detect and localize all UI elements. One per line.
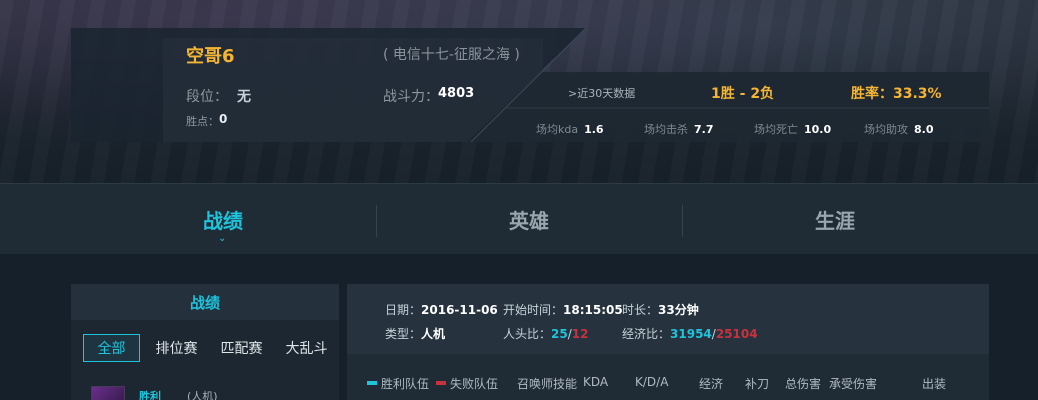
match-type: (人机) bbox=[187, 390, 218, 400]
avg-deaths-value: 10.0 bbox=[804, 123, 832, 136]
avg-kills: 场均击杀 7.7 bbox=[644, 121, 714, 137]
match-filters: 全部 排位赛 匹配赛 大乱斗 bbox=[83, 334, 335, 362]
match-summary: 日期：2016-11-06 开始时间：18:15:05 时长：33分钟 类型：人… bbox=[347, 284, 989, 354]
tab-heroes[interactable]: 英雄 bbox=[376, 184, 682, 255]
match-type-value: 人机 bbox=[421, 327, 446, 341]
col-gold: 经济 bbox=[699, 377, 724, 391]
match-start-value: 18:15:05 bbox=[563, 303, 623, 317]
match-list-item[interactable]: 胜利 (人机) bbox=[91, 384, 331, 400]
power-label: 战斗力： bbox=[383, 89, 439, 105]
col-items: 出装 bbox=[922, 377, 947, 391]
economy-ratio: 经济比：31954/25104 bbox=[622, 325, 758, 342]
avg-assists-value: 8.0 bbox=[914, 123, 934, 136]
main-tabs: 战绩 英雄 生涯 bbox=[0, 183, 1038, 254]
losing-team-label: 失败队伍 bbox=[450, 377, 499, 391]
hero-avatar bbox=[91, 386, 125, 400]
summoner-name: 空哥6 bbox=[186, 46, 235, 67]
wins-count: 1胜 bbox=[711, 86, 735, 102]
col-damage: 总伤害 bbox=[785, 377, 822, 391]
tab-record[interactable]: 战绩 bbox=[70, 184, 376, 255]
winning-team-legend: 胜利队伍 bbox=[367, 375, 429, 391]
win-rate-value: 33.3% bbox=[893, 86, 942, 102]
match-date-value: 2016-11-06 bbox=[421, 303, 498, 317]
filter-normal[interactable]: 匹配赛 bbox=[213, 334, 270, 362]
winning-team-label: 胜利队伍 bbox=[381, 377, 430, 391]
kill-ratio: 人头比：25/12 bbox=[503, 325, 588, 342]
power-value: 4803 bbox=[438, 86, 475, 101]
avg-assists-label: 场均助攻 bbox=[864, 123, 908, 136]
filter-aram[interactable]: 大乱斗 bbox=[278, 334, 335, 362]
match-type-info: 类型：人机 bbox=[385, 325, 445, 342]
losing-team-legend: 失败队伍 bbox=[436, 375, 498, 391]
tab-career[interactable]: 生涯 bbox=[682, 184, 988, 255]
points-value: 0 bbox=[219, 112, 228, 126]
economy-ours: 31954 bbox=[670, 327, 712, 341]
server-name: ( 电信十七-征服之海 ) bbox=[383, 47, 520, 63]
economy-ratio-label: 经济比： bbox=[622, 327, 671, 341]
match-duration-value: 33分钟 bbox=[658, 303, 699, 317]
win-rate: 胜率：33.3% bbox=[851, 83, 942, 103]
match-duration-label: 时长： bbox=[622, 303, 659, 317]
winning-team-swatch bbox=[367, 380, 377, 385]
avg-kills-label: 场均击杀 bbox=[644, 123, 688, 136]
col-damage-taken: 承受伤害 bbox=[829, 377, 878, 391]
win-loss-record: 1胜 - 2负 bbox=[711, 83, 774, 103]
avg-kda-label: 场均kda bbox=[536, 123, 579, 136]
kill-ratio-label: 人头比： bbox=[503, 327, 552, 341]
rank-label: 段位： bbox=[186, 89, 228, 105]
match-type-label: 类型： bbox=[385, 327, 422, 341]
profile-card: 空哥6 ( 电信十七-征服之海 ) 段位： 无 胜点： 0 战斗力： 4803 … bbox=[71, 28, 989, 142]
avg-assists: 场均助攻 8.0 bbox=[864, 121, 934, 137]
match-result: 胜利 bbox=[139, 390, 161, 400]
avg-kda: 场均kda 1.6 bbox=[536, 121, 604, 137]
economy-theirs: 25104 bbox=[715, 327, 758, 341]
match-start-time: 开始时间：18:15:05 bbox=[503, 301, 623, 318]
col-summoner-spells: 召唤师技能 bbox=[517, 377, 578, 391]
chevron-down-icon: ⌄ bbox=[218, 233, 227, 244]
match-duration: 时长：33分钟 bbox=[622, 301, 699, 318]
win-loss-separator: - bbox=[734, 86, 751, 102]
filter-ranked[interactable]: 排位赛 bbox=[148, 334, 205, 362]
avg-deaths: 场均死亡 10.0 bbox=[754, 121, 831, 137]
match-date-label: 日期： bbox=[385, 303, 422, 317]
losing-team-swatch bbox=[436, 380, 446, 385]
avg-kills-value: 7.7 bbox=[694, 123, 714, 136]
losses-count: 2负 bbox=[750, 86, 775, 102]
avg-deaths-label: 场均死亡 bbox=[754, 123, 798, 136]
kill-ratio-theirs: 12 bbox=[571, 327, 589, 341]
col-kda: KDA bbox=[583, 375, 609, 389]
match-date: 日期：2016-11-06 bbox=[385, 301, 498, 318]
win-rate-label: 胜率： bbox=[851, 86, 893, 102]
col-kda-detail: K/D/A bbox=[635, 375, 669, 389]
match-detail-panel: 日期：2016-11-06 开始时间：18:15:05 时长：33分钟 类型：人… bbox=[347, 284, 989, 400]
match-start-label: 开始时间： bbox=[503, 303, 564, 317]
kill-ratio-ours: 25 bbox=[551, 327, 568, 341]
match-list-title: 战绩 bbox=[71, 284, 339, 320]
col-cs: 补刀 bbox=[745, 377, 770, 391]
scoreboard-header: 胜利队伍 失败队伍 召唤师技能 KDA K/D/A 经济 补刀 总伤害 承受伤害… bbox=[347, 375, 989, 395]
rank-value: 无 bbox=[237, 89, 251, 105]
match-list-panel: 战绩 全部 排位赛 匹配赛 大乱斗 胜利 (人机) bbox=[71, 284, 339, 400]
avg-kda-value: 1.6 bbox=[584, 123, 604, 136]
filter-all[interactable]: 全部 bbox=[83, 334, 140, 362]
recent-30-days-link[interactable]: >近30天数据 bbox=[568, 85, 635, 101]
points-label: 胜点： bbox=[186, 115, 219, 128]
